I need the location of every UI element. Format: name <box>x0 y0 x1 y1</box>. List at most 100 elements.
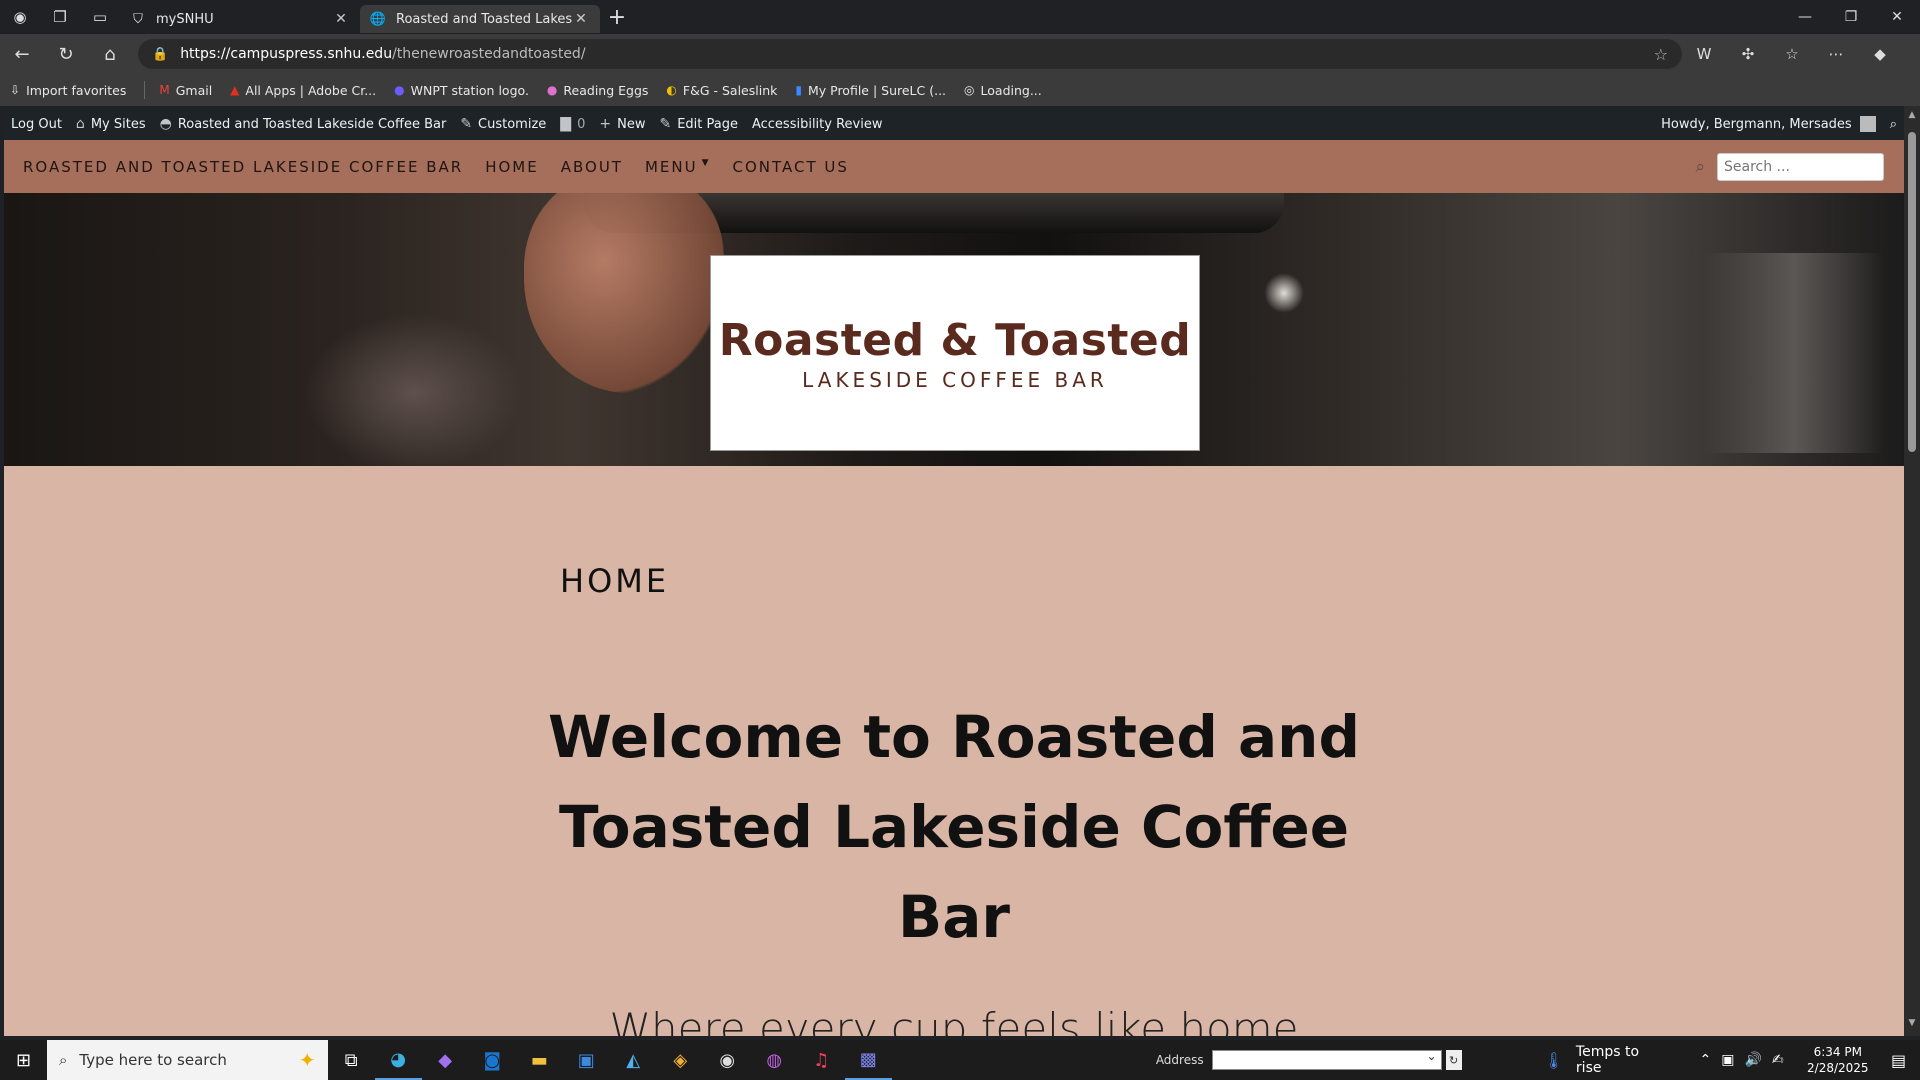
admin-bar-right: Howdy, Bergmann, Mersades ⌕ <box>1654 108 1904 140</box>
address-input[interactable] <box>1211 1049 1442 1070</box>
bookmark-surelc[interactable]: ▮ My Profile | SureLC (... <box>795 83 946 98</box>
new-tab-button[interactable]: + <box>600 0 634 34</box>
scroll-down-icon[interactable]: ▼ <box>1904 1018 1920 1032</box>
bookmark-wnpt[interactable]: ● WNPT station logo. <box>394 83 529 98</box>
edit-page-link[interactable]: ✎ Edit Page <box>652 108 745 140</box>
close-window-icon[interactable]: ✕ <box>1874 0 1920 34</box>
search-icon: ⌕ <box>59 1051 68 1069</box>
taskbar-search[interactable]: ⌕ Type here to search ✦ <box>47 1040 328 1080</box>
tagline-text: Where every cup feels like home <box>609 1004 1299 1036</box>
saleslink-icon: ◐ <box>666 83 677 97</box>
clock[interactable]: 6:34 PM 2/28/2025 <box>1799 1044 1877 1076</box>
close-icon[interactable]: ✕ <box>332 11 350 27</box>
comments-link[interactable]: ▇ 0 <box>553 108 592 140</box>
browser-tab-strip: ◉ ❐ ▭ ⛉ mySNHU ✕ 🌐 Roasted and Toasted L… <box>0 0 1920 34</box>
paint-icon[interactable]: ◈ <box>657 1040 704 1080</box>
search-input[interactable] <box>1717 152 1884 181</box>
browser-toolbar: ← ↻ ⌂ 🔒 https://campuspress.snhu.edu/the… <box>0 34 1920 74</box>
accessibility-review-link[interactable]: Accessibility Review <box>745 108 890 140</box>
brush-icon: ✎ <box>460 116 473 132</box>
gmail-icon: M <box>159 83 170 97</box>
edge-icon[interactable]: ◕ <box>374 1040 422 1080</box>
bookmark-import-favorites[interactable]: ⇩ Import favorites <box>10 83 126 98</box>
my-sites-icon: ⌂ <box>75 116 85 132</box>
logout-link[interactable]: Log Out <box>4 108 69 140</box>
outlook-icon[interactable]: ◙ <box>469 1040 516 1080</box>
bookmark-saleslink[interactable]: ◐ F&G - Saleslink <box>666 83 777 98</box>
teams-icon[interactable]: ▩ <box>844 1040 892 1080</box>
sticky-app-icon[interactable]: ◭ <box>610 1040 657 1080</box>
vertical-tabs-icon[interactable]: ▭ <box>80 0 120 34</box>
volume-icon[interactable]: 🔊 <box>1744 1052 1761 1068</box>
my-sites-link[interactable]: ⌂ My Sites <box>69 108 153 140</box>
comment-icon: ▇ <box>560 116 572 132</box>
welcome-heading: Welcome to Roasted and Toasted Lakeside … <box>548 703 1360 951</box>
pencil-icon: ✎ <box>659 116 672 132</box>
nav-home[interactable]: HOME <box>485 158 539 176</box>
music-icon[interactable]: ♫ <box>798 1040 845 1080</box>
pen-icon[interactable]: ✍ <box>1772 1052 1784 1068</box>
page-content: HOME Welcome to Roasted and Toasted Lake… <box>4 466 1904 1036</box>
bookmark-gmail[interactable]: M Gmail <box>159 83 212 98</box>
plus-icon: + <box>599 116 612 132</box>
file-explorer-icon[interactable]: ▬ <box>516 1040 563 1080</box>
wp-admin-bar: Log Out ⌂ My Sites ◓ Roasted and Toasted L… <box>4 108 1904 140</box>
home-icon[interactable]: ⌂ <box>88 34 132 74</box>
chevron-up-icon[interactable]: ⌃ <box>1699 1052 1711 1068</box>
minimize-icon[interactable]: — <box>1782 0 1828 34</box>
close-icon[interactable]: ✕ <box>572 11 590 27</box>
nav-about[interactable]: ABOUT <box>561 158 623 176</box>
nav-menu[interactable]: MENU ▼ <box>645 158 711 176</box>
lock-icon[interactable]: 🔒 <box>152 47 168 62</box>
site-brand-link[interactable]: ROASTED AND TOASTED LAKESIDE COFFEE BAR <box>23 158 463 176</box>
bookmark-loading[interactable]: ◎ Loading... <box>964 83 1042 98</box>
page-scrollbar[interactable]: ▲ ▼ <box>1904 106 1920 1036</box>
copilot-app-icon[interactable]: ◆ <box>422 1040 469 1080</box>
search-icon[interactable]: ⌕ <box>1695 157 1705 177</box>
extensions-icon[interactable]: ✣ <box>1726 34 1770 74</box>
address-refresh-icon[interactable]: ↻ <box>1445 1050 1462 1070</box>
wnpt-icon: ● <box>394 83 405 97</box>
address-bar[interactable]: 🔒 https://campuspress.snhu.edu/thenewroa… <box>138 39 1682 69</box>
notifications-icon[interactable]: ▤ <box>1877 1051 1920 1070</box>
site-logo[interactable]: Roasted & Toasted LAKESIDE COFFEE BAR <box>710 255 1200 451</box>
favorite-star-icon[interactable]: ☆ <box>1654 45 1668 64</box>
weather-widget[interactable]: 🌡 Temps to rise <box>1544 1044 1667 1076</box>
scroll-up-icon[interactable]: ▲ <box>1904 110 1920 124</box>
obs-icon[interactable]: ◉ <box>704 1040 751 1080</box>
profile-avatar-icon[interactable]: ◉ <box>0 0 40 34</box>
tab-title: mySNHU <box>156 11 214 27</box>
workspaces-icon[interactable]: ❐ <box>40 0 80 34</box>
bookmark-adobe[interactable]: ▲ All Apps | Adobe Cr... <box>230 83 376 98</box>
light-glow <box>1704 253 1884 453</box>
new-link[interactable]: + New <box>592 108 652 140</box>
tab-mysnhu[interactable]: ⛉ mySNHU ✕ <box>120 5 360 33</box>
favorites-icon[interactable]: ☆ <box>1770 34 1814 74</box>
nav-contact[interactable]: CONTACT US <box>733 158 849 176</box>
task-view-icon[interactable]: ⧉ <box>328 1040 375 1080</box>
extension-w-icon[interactable]: W <box>1682 34 1726 74</box>
meet-icon[interactable]: ▣ <box>1721 1052 1734 1068</box>
howdy-account[interactable]: Howdy, Bergmann, Mersades <box>1654 108 1883 140</box>
admin-search-icon[interactable]: ⌕ <box>1883 108 1904 140</box>
restore-icon[interactable]: ❐ <box>1828 0 1874 34</box>
avatar <box>1859 116 1876 132</box>
window-controls: — ❐ ✕ <box>1782 0 1920 34</box>
refresh-icon[interactable]: ↻ <box>44 34 88 74</box>
bookmark-reading-eggs[interactable]: ● Reading Eggs <box>547 83 648 98</box>
more-menu-icon[interactable]: ⋯ <box>1814 34 1858 74</box>
bookmarks-bar: ⇩ Import favorites M Gmail ▲ All Apps | Ado… <box>0 74 1920 106</box>
back-icon[interactable]: ← <box>0 34 44 74</box>
m365-icon[interactable]: ◍ <box>751 1040 798 1080</box>
site-name-link[interactable]: ◓ Roasted and Toasted Lakeside Coffee Bar <box>153 108 454 140</box>
dashboard-icon: ◓ <box>159 116 172 132</box>
customize-link[interactable]: ✎ Customize <box>453 108 553 140</box>
windows-start-icon[interactable]: ⊞ <box>0 1040 47 1080</box>
copilot-icon[interactable]: ◆ <box>1858 34 1902 74</box>
background-blur <box>304 313 524 466</box>
tab-roasted-toasted[interactable]: 🌐 Roasted and Toasted Lakeside Co ✕ <box>360 5 600 33</box>
store-icon[interactable]: ▣ <box>563 1040 610 1080</box>
light-glow <box>1264 273 1304 313</box>
scrollbar-thumb[interactable] <box>1908 132 1916 452</box>
system-tray: ⌃ ▣ 🔊 ✍ <box>1694 1052 1788 1068</box>
